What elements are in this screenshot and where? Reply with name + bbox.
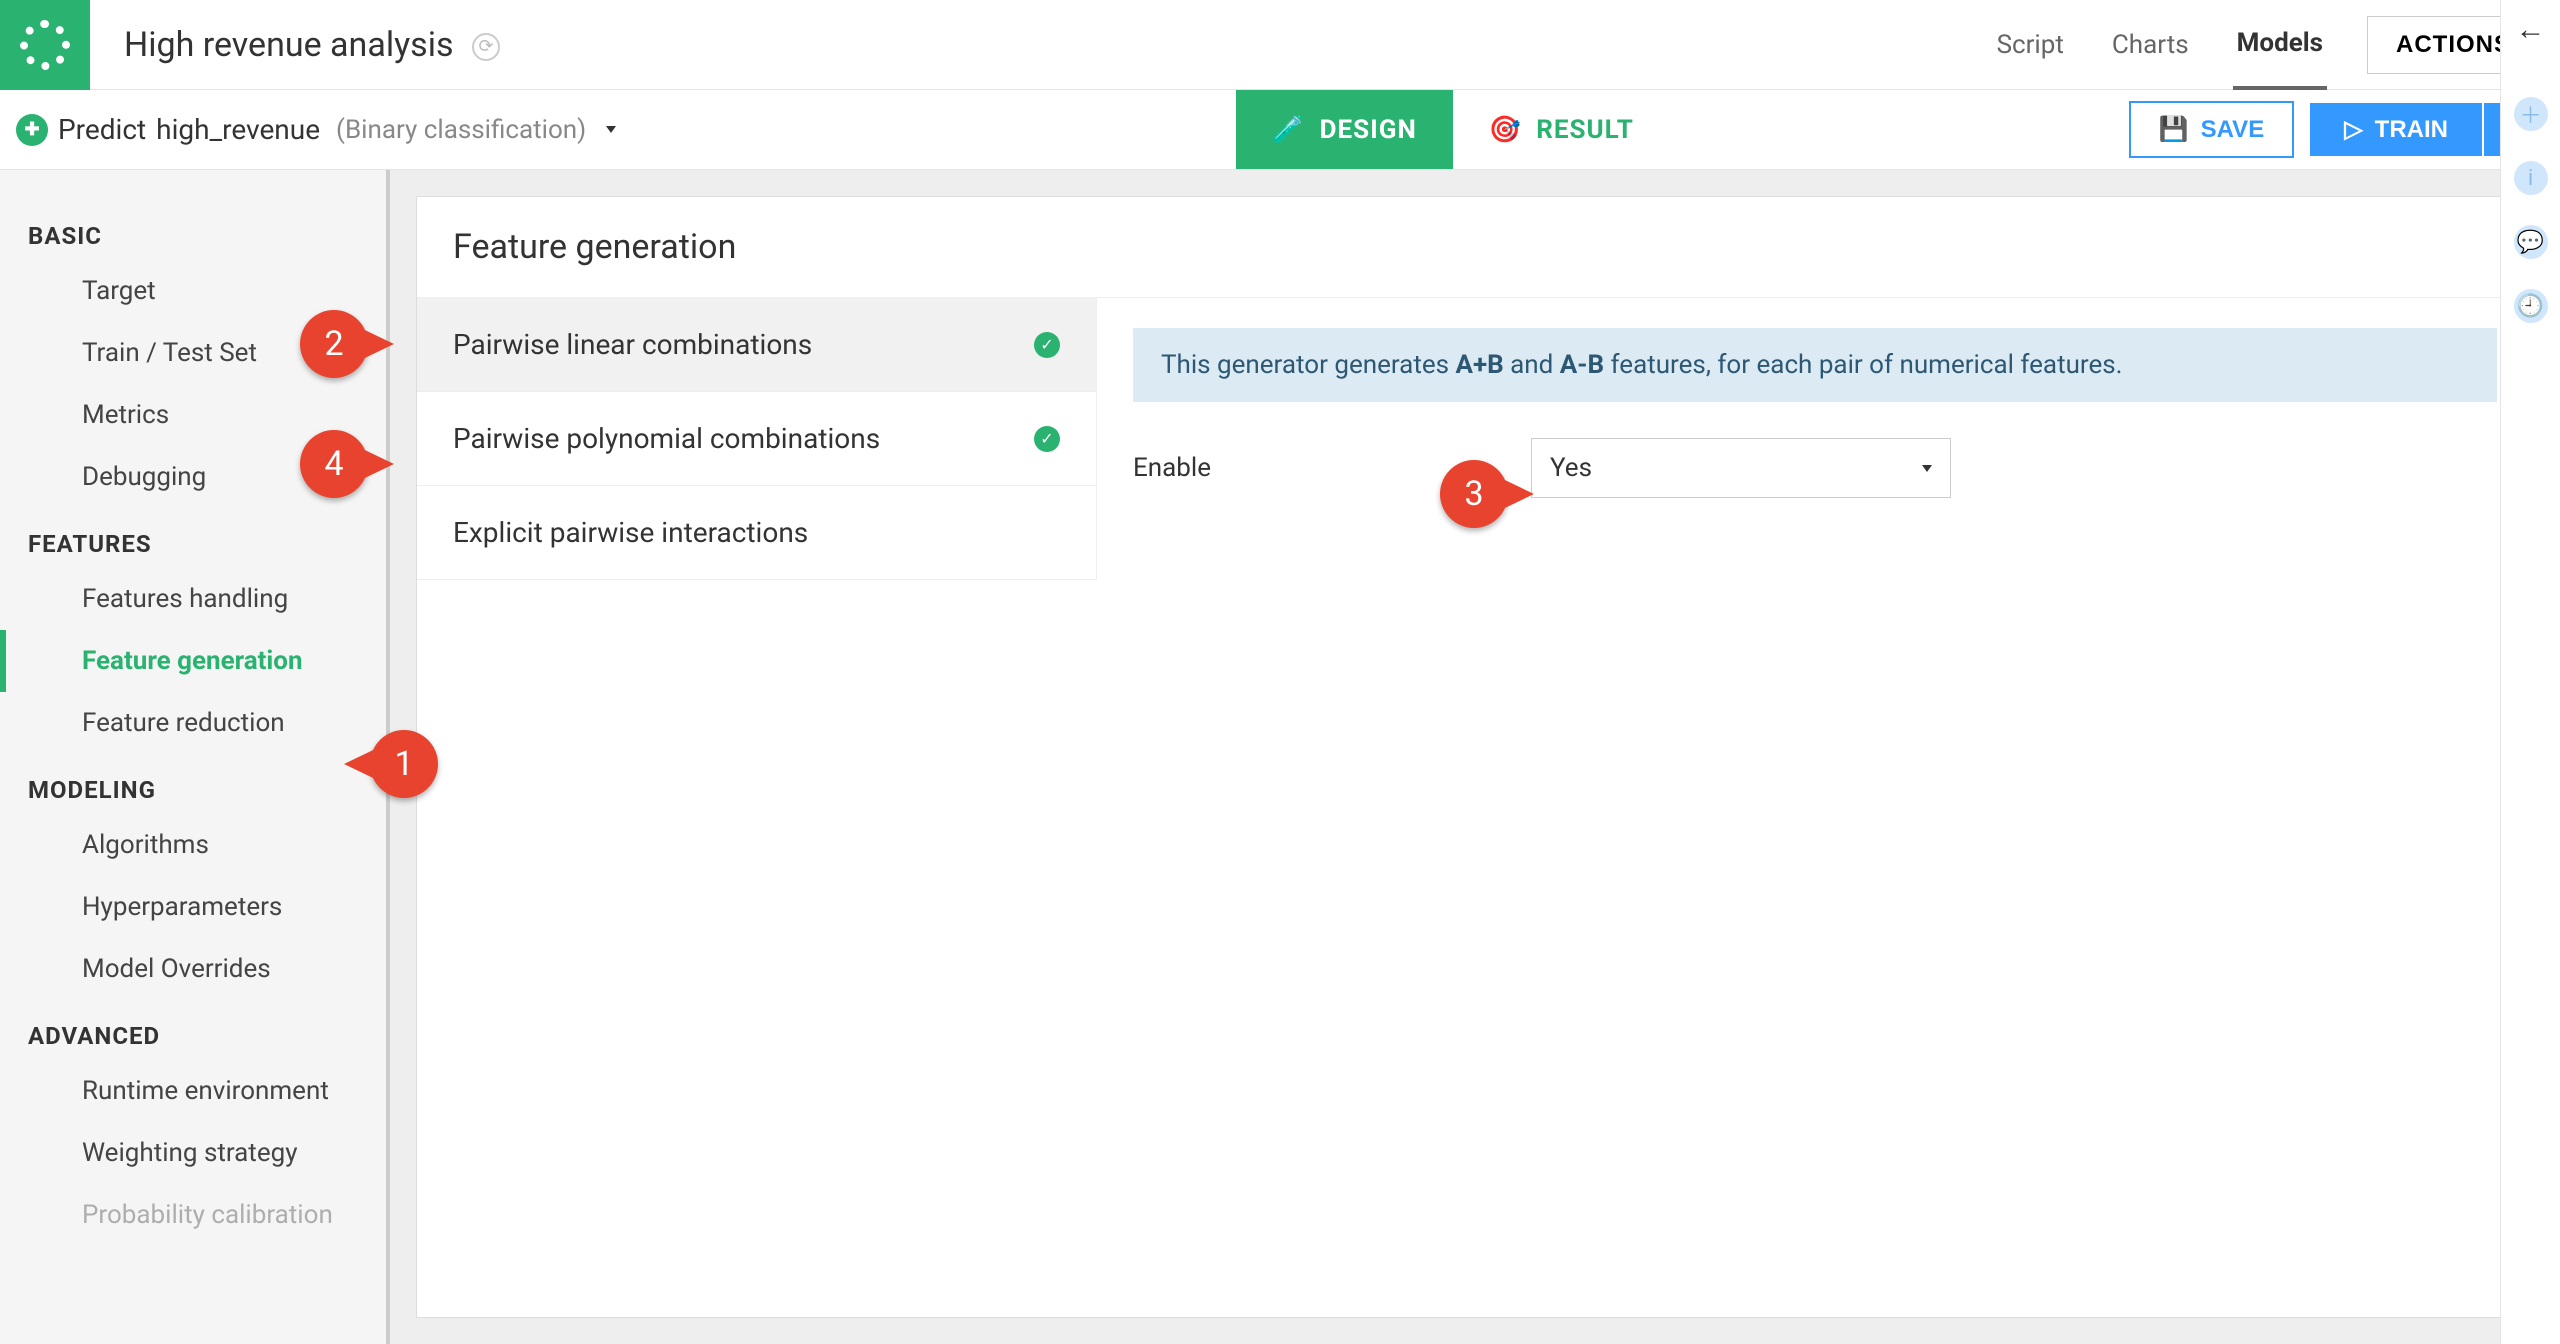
task-type: (Binary classification) bbox=[336, 115, 586, 145]
generator-detail: This generator generates A+B and A-B fea… bbox=[1097, 298, 2533, 580]
sidebar-item-prob-calibration[interactable]: Probability calibration bbox=[0, 1184, 386, 1246]
annotation-1: 1 bbox=[370, 730, 438, 798]
panel-title: Feature generation bbox=[417, 197, 2533, 298]
task-status-icon: ✚ bbox=[16, 114, 48, 146]
sidebar-section-features: FEATURES bbox=[0, 508, 386, 568]
check-icon: ✓ bbox=[1034, 426, 1060, 452]
sidebar-item-model-overrides[interactable]: Model Overrides bbox=[0, 938, 386, 1000]
tab-design-label: DESIGN bbox=[1320, 115, 1417, 145]
main-area: BASIC Target Train / Test Set Metrics De… bbox=[0, 170, 2560, 1344]
info-bold: A-B bbox=[1560, 350, 1604, 380]
annotation-4: 4 bbox=[300, 430, 368, 498]
task-prefix: Predict bbox=[58, 113, 146, 146]
feature-generation-panel: Feature generation Pairwise linear combi… bbox=[416, 196, 2534, 1318]
sidebar-section-advanced: ADVANCED bbox=[0, 1000, 386, 1060]
sidebar-item-features-handling[interactable]: Features handling bbox=[0, 568, 386, 630]
content-area: Feature generation Pairwise linear combi… bbox=[390, 170, 2560, 1344]
page-title: High revenue analysis ⟳ bbox=[124, 25, 1993, 65]
top-nav: Script Charts Models bbox=[1993, 0, 2327, 90]
generator-label: Pairwise polynomial combinations bbox=[453, 422, 880, 455]
tab-design[interactable]: 🧪 DESIGN bbox=[1236, 90, 1453, 169]
plus-icon[interactable]: ＋ bbox=[2514, 97, 2548, 131]
sidebar-item-feature-generation[interactable]: Feature generation bbox=[0, 630, 386, 692]
tab-result-label: RESULT bbox=[1536, 115, 1634, 145]
train-button[interactable]: ▷ TRAIN bbox=[2310, 103, 2482, 156]
app-logo[interactable] bbox=[0, 0, 90, 90]
sub-header: ✚ Predict high_revenue (Binary classific… bbox=[0, 90, 2560, 170]
sidebar-item-runtime-env[interactable]: Runtime environment bbox=[0, 1060, 386, 1122]
generator-item-pairwise-linear[interactable]: Pairwise linear combinations ✓ bbox=[417, 298, 1096, 392]
nav-charts[interactable]: Charts bbox=[2108, 2, 2193, 88]
flask-icon: 🧪 bbox=[1272, 115, 1305, 145]
save-icon: 💾 bbox=[2159, 115, 2189, 144]
chevron-down-icon bbox=[606, 126, 616, 133]
design-result-tabs: 🧪 DESIGN 🎯 RESULT bbox=[1236, 90, 1670, 169]
sync-status-icon[interactable]: ⟳ bbox=[472, 33, 500, 61]
annotation-3: 3 bbox=[1440, 460, 1508, 528]
top-header: High revenue analysis ⟳ Script Charts Mo… bbox=[0, 0, 2560, 90]
right-rail: ← ＋ i 💬 🕘 bbox=[2500, 0, 2560, 1344]
info-banner: This generator generates A+B and A-B fea… bbox=[1133, 328, 2497, 402]
sidebar-section-basic: BASIC bbox=[0, 200, 386, 260]
history-icon[interactable]: 🕘 bbox=[2514, 289, 2548, 323]
info-text: features, for each pair of numerical fea… bbox=[1604, 350, 2122, 380]
info-icon[interactable]: i bbox=[2514, 161, 2548, 195]
enable-row: Enable Yes bbox=[1133, 438, 2497, 498]
info-text: This generator generates bbox=[1161, 350, 1455, 380]
chevron-down-icon bbox=[1922, 465, 1932, 472]
generator-list: Pairwise linear combinations ✓ Pairwise … bbox=[417, 298, 1097, 580]
back-arrow-icon[interactable]: ← bbox=[2516, 12, 2546, 47]
enable-select[interactable]: Yes bbox=[1531, 438, 1951, 498]
page-title-text: High revenue analysis bbox=[124, 25, 454, 65]
save-button[interactable]: 💾 SAVE bbox=[2129, 101, 2294, 158]
sidebar-item-weighting[interactable]: Weighting strategy bbox=[0, 1122, 386, 1184]
generator-label: Pairwise linear combinations bbox=[453, 328, 812, 361]
sidebar-item-algorithms[interactable]: Algorithms bbox=[0, 814, 386, 876]
nav-script[interactable]: Script bbox=[1993, 2, 2068, 88]
annotation-2: 2 bbox=[300, 310, 368, 378]
generator-item-explicit[interactable]: Explicit pairwise interactions bbox=[417, 486, 1096, 580]
save-train-controls: 💾 SAVE ▷ TRAIN ﹀ bbox=[2109, 90, 2560, 169]
task-chip[interactable]: ✚ Predict high_revenue (Binary classific… bbox=[10, 90, 616, 169]
play-icon: ▷ bbox=[2344, 115, 2362, 144]
logo-icon bbox=[20, 20, 70, 70]
task-target: high_revenue bbox=[156, 113, 320, 146]
info-text: and bbox=[1504, 350, 1560, 380]
train-label: TRAIN bbox=[2375, 116, 2448, 144]
tab-result[interactable]: 🎯 RESULT bbox=[1453, 90, 1670, 169]
sidebar-item-hyperparameters[interactable]: Hyperparameters bbox=[0, 876, 386, 938]
check-icon: ✓ bbox=[1034, 332, 1060, 358]
generator-label: Explicit pairwise interactions bbox=[453, 516, 808, 549]
nav-models[interactable]: Models bbox=[2233, 0, 2327, 90]
enable-label: Enable bbox=[1133, 453, 1211, 483]
target-icon: 🎯 bbox=[1489, 115, 1522, 145]
save-label: SAVE bbox=[2201, 116, 2265, 144]
generator-item-pairwise-poly[interactable]: Pairwise polynomial combinations ✓ bbox=[417, 392, 1096, 486]
chat-icon[interactable]: 💬 bbox=[2514, 225, 2548, 259]
info-bold: A+B bbox=[1455, 350, 1503, 380]
